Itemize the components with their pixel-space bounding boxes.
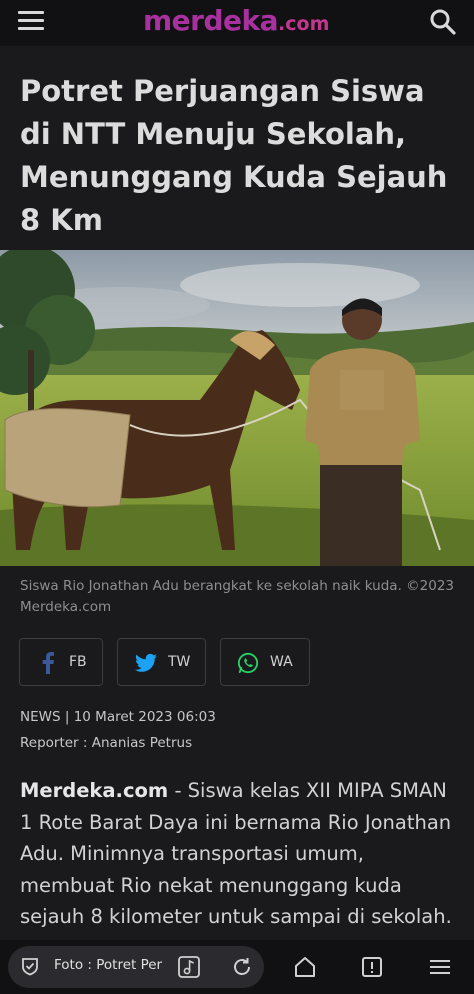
article-title: Potret Perjuangan Siswa di NTT Menuju Se…: [20, 74, 448, 237]
logo-suffix: .com: [278, 13, 330, 35]
tabs-icon[interactable]: [359, 954, 385, 980]
browser-bottom-bar: Foto : Potret Per: [0, 940, 474, 994]
reporter-label: Reporter :: [20, 735, 92, 751]
reload-icon[interactable]: [230, 955, 254, 979]
facebook-label: FB: [69, 654, 87, 670]
logo-brand: merdeka: [143, 4, 279, 37]
music-icon[interactable]: [176, 954, 202, 980]
reporter-name[interactable]: Ananias Petrus: [92, 735, 192, 751]
twitter-icon: [135, 653, 157, 672]
share-facebook-button[interactable]: FB: [19, 638, 103, 686]
lead-source: Merdeka.com: [20, 779, 169, 802]
publish-date: 10 Maret 2023 06:03: [73, 709, 216, 725]
current-tab-pill[interactable]: Foto : Potret Per: [8, 946, 264, 988]
photo-caption: Siswa Rio Jonathan Adu berangkat ke seko…: [20, 578, 455, 615]
share-twitter-button[interactable]: TW: [117, 638, 206, 686]
reporter-line: Reporter : Ananias Petrus: [20, 733, 192, 753]
site-logo[interactable]: merdeka.com: [143, 4, 329, 37]
whatsapp-label: WA: [270, 654, 293, 670]
twitter-label: TW: [168, 654, 191, 670]
article-meta: NEWS | 10 Maret 2023 06:03: [20, 707, 216, 727]
article-photo[interactable]: [0, 250, 474, 566]
top-bar: merdeka.com: [0, 0, 474, 46]
home-icon[interactable]: [292, 954, 318, 980]
shield-icon[interactable]: [20, 956, 40, 976]
meta-separator: |: [64, 709, 70, 725]
facebook-icon: [42, 652, 54, 674]
search-icon[interactable]: [429, 8, 457, 36]
menu-icon[interactable]: [427, 954, 453, 980]
whatsapp-icon: [237, 652, 259, 674]
hamburger-icon[interactable]: [18, 11, 44, 33]
tab-title: Foto : Potret Per: [54, 957, 163, 973]
article-lead-paragraph: Merdeka.com - Siswa kelas XII MIPA SMAN …: [20, 775, 460, 933]
category-label[interactable]: NEWS: [20, 709, 61, 725]
photo-illustration: [0, 250, 474, 566]
share-whatsapp-button[interactable]: WA: [220, 638, 310, 686]
